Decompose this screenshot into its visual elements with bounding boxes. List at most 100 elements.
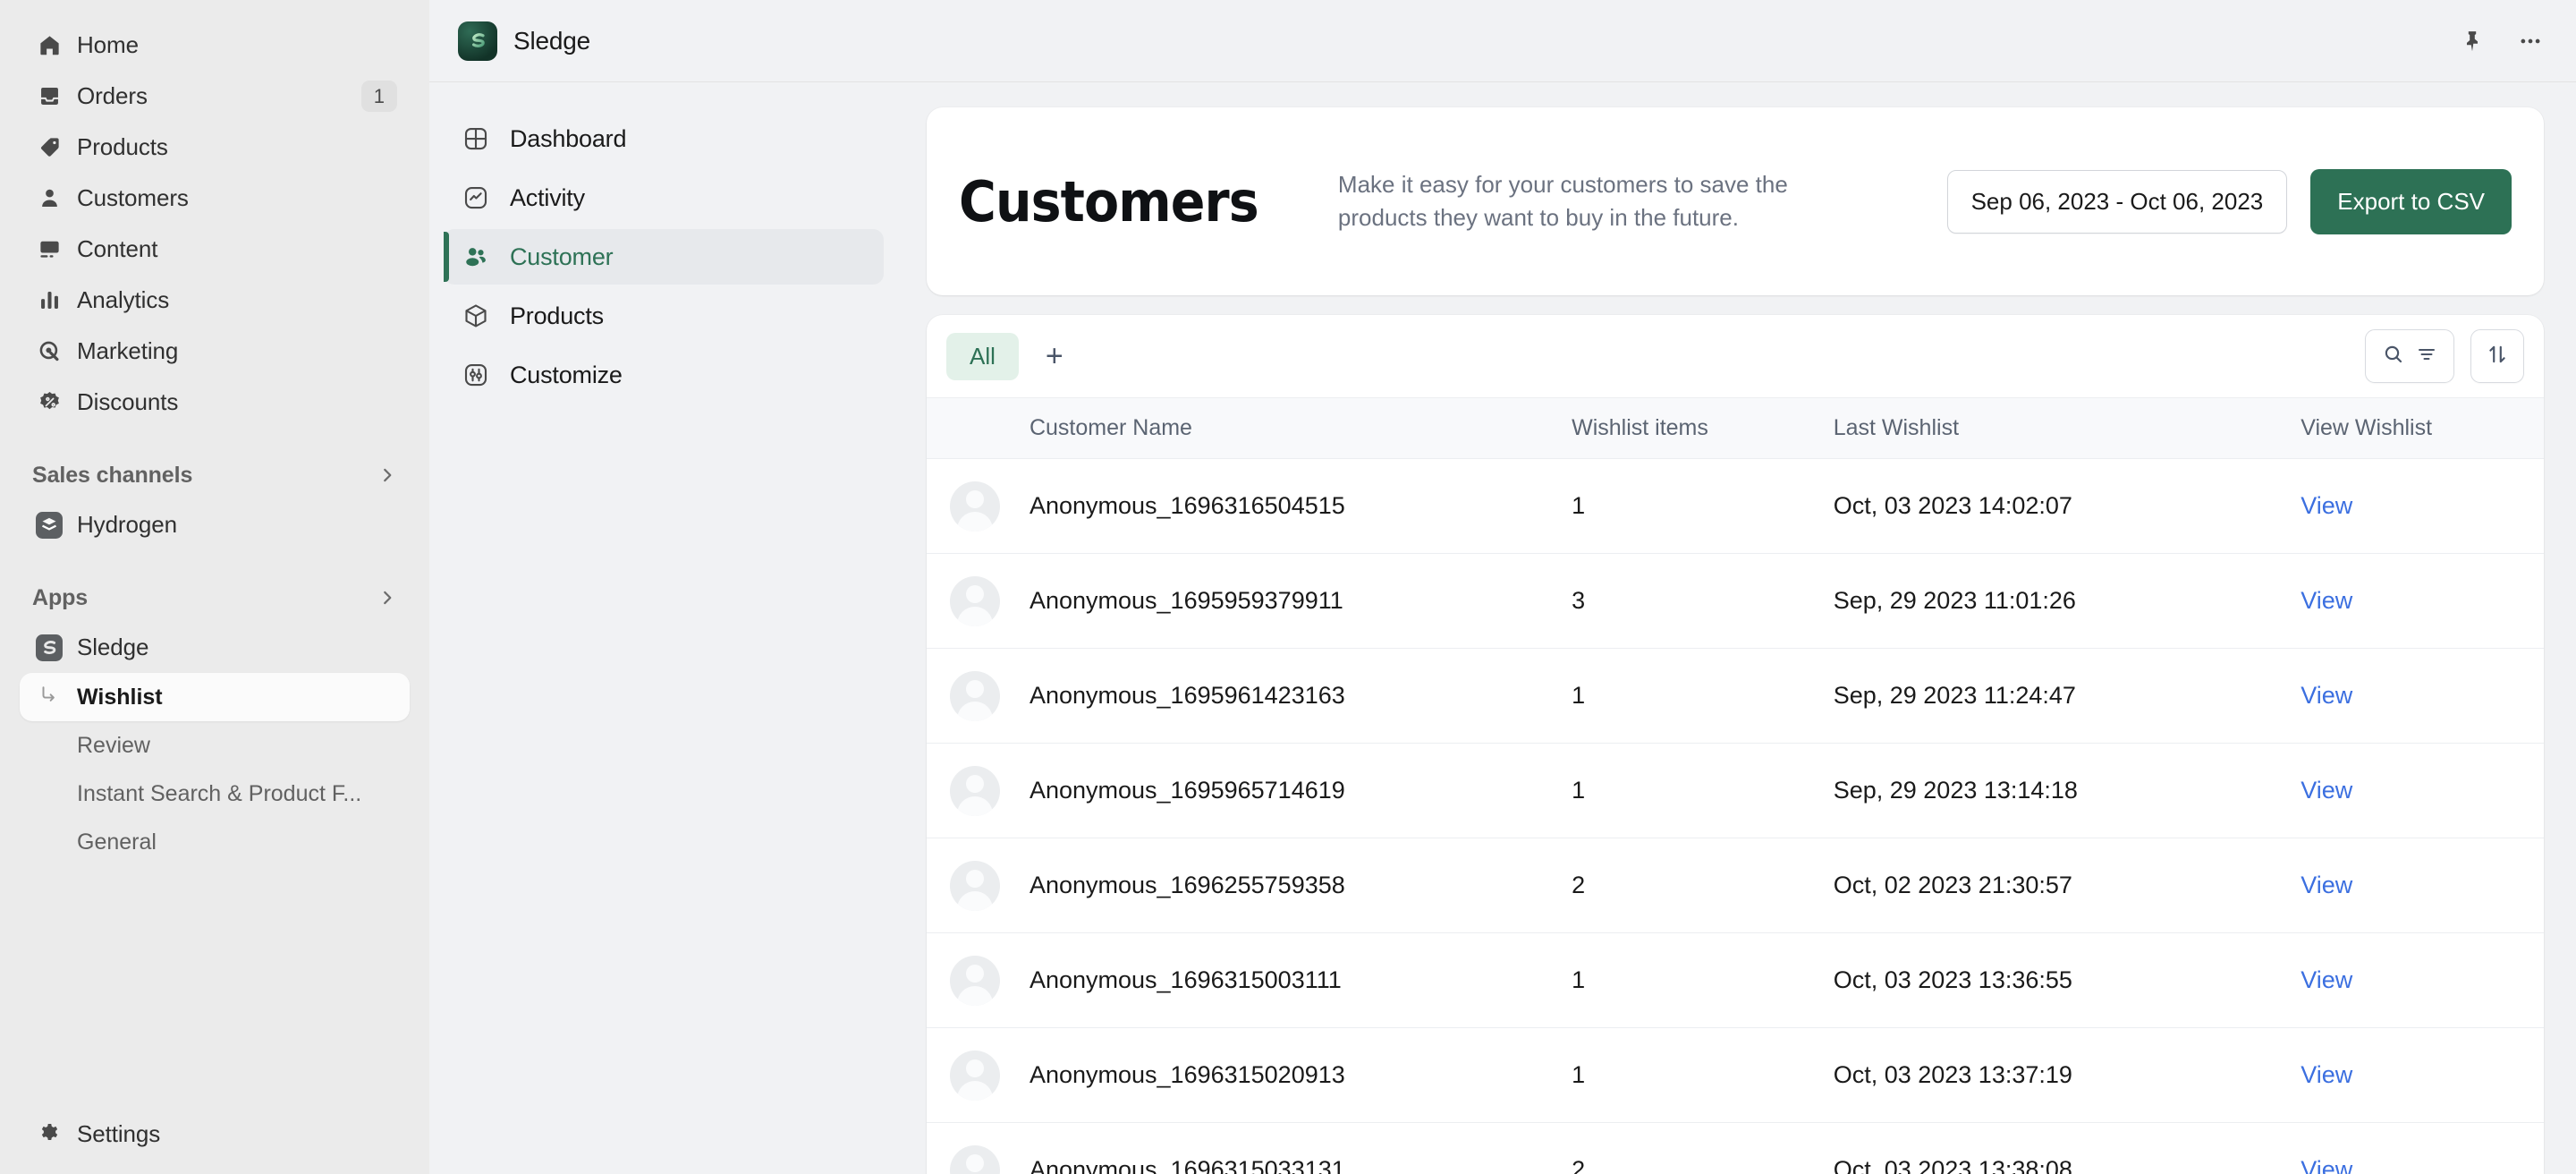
- sidebar-item-label: Settings: [77, 1120, 160, 1148]
- avatar: [950, 766, 1000, 816]
- sidebar-item-customers[interactable]: Customers: [20, 173, 410, 224]
- customers-table: Customer Name Wishlist items Last Wishli…: [927, 397, 2544, 1174]
- page-title: Customers: [959, 169, 1258, 234]
- sidebar-item-sledge[interactable]: Sledge: [20, 622, 410, 673]
- row-last-wishlist: Oct, 03 2023 13:36:55: [1834, 933, 2301, 1028]
- sidebar-item-label: Hydrogen: [77, 511, 177, 539]
- row-view-link[interactable]: View: [2301, 1028, 2544, 1123]
- search-filter-button[interactable]: [2365, 329, 2454, 383]
- sidebar-item-orders[interactable]: Orders 1: [20, 71, 410, 122]
- row-last-wishlist: Oct, 03 2023 13:38:08: [1834, 1123, 2301, 1174]
- sales-channels-section[interactable]: Sales channels: [20, 455, 410, 496]
- row-view-link[interactable]: View: [2301, 459, 2544, 554]
- row-wishlist-items: 2: [1572, 1123, 1834, 1174]
- app-nav-customer[interactable]: Customer: [444, 229, 884, 285]
- page-description: Make it easy for your customers to save …: [1338, 168, 1839, 234]
- add-tab-button[interactable]: +: [1031, 341, 1078, 371]
- row-view-link[interactable]: View: [2301, 838, 2544, 933]
- sidebar-subitem-label: Wishlist: [77, 685, 163, 710]
- row-last-wishlist: Sep, 29 2023 11:01:26: [1834, 554, 2301, 649]
- row-avatar-cell: [927, 838, 1030, 933]
- sidebar-subitem-wishlist[interactable]: Wishlist: [20, 673, 410, 721]
- orders-icon: [32, 84, 66, 108]
- row-last-wishlist: Oct, 03 2023 13:37:19: [1834, 1028, 2301, 1123]
- app-nav-dashboard[interactable]: Dashboard: [444, 111, 884, 166]
- app-nav-products[interactable]: Products: [444, 288, 884, 344]
- discount-badge-icon: [32, 390, 66, 414]
- row-avatar-cell: [927, 459, 1030, 554]
- sidebar-item-marketing[interactable]: Marketing: [20, 326, 410, 377]
- row-customer-name: Anonymous_1695959379911: [1030, 554, 1572, 649]
- main-content: Customers Make it easy for your customer…: [898, 82, 2576, 1174]
- sidebar-item-label: Content: [77, 235, 157, 263]
- dashboard-grid-icon: [458, 125, 494, 152]
- row-customer-name: Anonymous_1696315020913: [1030, 1028, 1572, 1123]
- table-row[interactable]: Anonymous_1695959379911 3 Sep, 29 2023 1…: [927, 554, 2544, 649]
- table-row[interactable]: Anonymous_1696316504515 1 Oct, 03 2023 1…: [927, 459, 2544, 554]
- embedded-app-frame: Sledge Dashboard: [429, 0, 2576, 1174]
- sidebar-item-label: Products: [77, 133, 168, 161]
- sidebar-subitem-instant-search[interactable]: Instant Search & Product F...: [20, 770, 410, 818]
- sort-button[interactable]: [2470, 329, 2524, 383]
- row-view-link[interactable]: View: [2301, 933, 2544, 1028]
- sidebar-item-label: Customers: [77, 184, 189, 212]
- main-sidebar: Home Orders 1 Products Customers C: [0, 0, 429, 1174]
- app-nav-customize[interactable]: Customize: [444, 347, 884, 403]
- sidebar-item-home[interactable]: Home: [20, 20, 410, 71]
- sledge-app-icon: [32, 634, 66, 661]
- sidebar-subitem-label: Review: [77, 733, 150, 759]
- app-nav-activity[interactable]: Activity: [444, 170, 884, 225]
- apps-section[interactable]: Apps: [20, 577, 410, 618]
- row-wishlist-items: 1: [1572, 933, 1834, 1028]
- sort-arrows-icon: [2486, 343, 2509, 370]
- hero-actions: Sep 06, 2023 - Oct 06, 2023 Export to CS…: [1947, 169, 2512, 234]
- row-view-link[interactable]: View: [2301, 649, 2544, 744]
- app-nav-label: Activity: [510, 184, 585, 212]
- col-last-wishlist: Last Wishlist: [1834, 398, 2301, 459]
- date-range-picker[interactable]: Sep 06, 2023 - Oct 06, 2023: [1947, 170, 2288, 234]
- sidebar-subitem-label: Instant Search & Product F...: [77, 781, 361, 807]
- table-row[interactable]: Anonymous_1695965714619 1 Sep, 29 2023 1…: [927, 744, 2544, 838]
- row-avatar-cell: [927, 1028, 1030, 1123]
- row-customer-name: Anonymous_1696315033131: [1030, 1123, 1572, 1174]
- sidebar-item-hydrogen[interactable]: Hydrogen: [20, 499, 410, 550]
- row-view-link[interactable]: View: [2301, 554, 2544, 649]
- sidebar-item-discounts[interactable]: Discounts: [20, 377, 410, 428]
- row-avatar-cell: [927, 649, 1030, 744]
- pin-icon[interactable]: [2460, 29, 2485, 54]
- table-row[interactable]: Anonymous_1696315033131 2 Oct, 03 2023 1…: [927, 1123, 2544, 1174]
- sidebar-subitem-general[interactable]: General: [20, 818, 410, 866]
- apps-label: Apps: [32, 585, 88, 611]
- ellipsis-icon[interactable]: [2517, 28, 2544, 55]
- sidebar-item-label: Sledge: [77, 634, 148, 661]
- table-row[interactable]: Anonymous_1695961423163 1 Sep, 29 2023 1…: [927, 649, 2544, 744]
- toolbar-actions: [2365, 329, 2524, 383]
- col-avatar: [927, 398, 1030, 459]
- export-to-csv-button[interactable]: Export to CSV: [2310, 169, 2512, 234]
- avatar: [950, 1051, 1000, 1101]
- row-avatar-cell: [927, 1123, 1030, 1174]
- sidebar-item-products[interactable]: Products: [20, 122, 410, 173]
- row-avatar-cell: [927, 554, 1030, 649]
- sidebar-item-analytics[interactable]: Analytics: [20, 275, 410, 326]
- table-row[interactable]: Anonymous_1696315020913 1 Oct, 03 2023 1…: [927, 1028, 2544, 1123]
- app-nav-label: Dashboard: [510, 125, 626, 153]
- tab-all[interactable]: All: [946, 333, 1019, 380]
- row-last-wishlist: Sep, 29 2023 11:24:47: [1834, 649, 2301, 744]
- sidebar-item-settings[interactable]: Settings: [20, 1109, 410, 1160]
- home-icon: [32, 33, 66, 57]
- chevron-right-icon: [377, 588, 397, 608]
- sidebar-spacer: [0, 866, 429, 1109]
- row-view-link[interactable]: View: [2301, 1123, 2544, 1174]
- sidebar-item-content[interactable]: Content: [20, 224, 410, 275]
- cube-icon: [458, 302, 494, 329]
- sidebar-subitem-review[interactable]: Review: [20, 721, 410, 770]
- active-indicator: [444, 232, 449, 282]
- col-view-wishlist: View Wishlist: [2301, 398, 2544, 459]
- row-view-link[interactable]: View: [2301, 744, 2544, 838]
- table-row[interactable]: Anonymous_1696255759358 2 Oct, 02 2023 2…: [927, 838, 2544, 933]
- chevron-right-icon: [377, 465, 397, 485]
- app-title: Sledge: [513, 27, 590, 55]
- table-row[interactable]: Anonymous_1696315003111 1 Oct, 03 2023 1…: [927, 933, 2544, 1028]
- avatar: [950, 671, 1000, 721]
